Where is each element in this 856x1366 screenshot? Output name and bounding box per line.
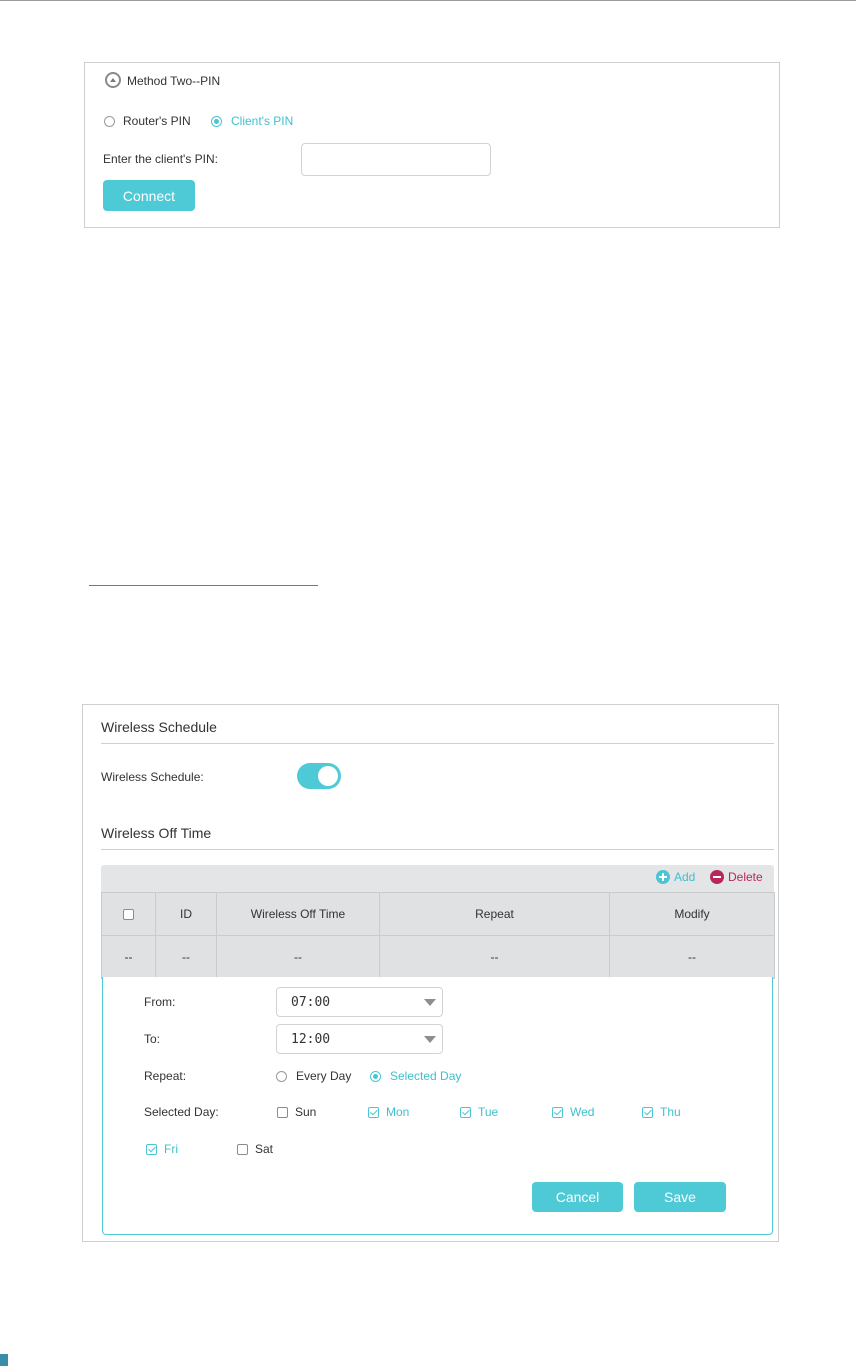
day-label: Sat xyxy=(255,1142,274,1156)
select-all-checkbox[interactable] xyxy=(123,909,134,921)
day-thu[interactable]: Thu xyxy=(642,1105,681,1119)
pin-field-label: Enter the client's PIN: xyxy=(103,152,219,166)
pin-panel-title: Method Two--PIN xyxy=(127,74,221,88)
table-row: -- -- -- -- -- xyxy=(101,935,775,979)
cancel-button[interactable]: Cancel xyxy=(532,1182,623,1212)
selected-day-option-label: Selected Day xyxy=(390,1069,462,1083)
every-day-radio[interactable] xyxy=(276,1071,287,1082)
every-day-label: Every Day xyxy=(296,1069,352,1083)
table-header-row: ID Wireless Off Time Repeat Modify xyxy=(101,892,775,936)
column-header: ID xyxy=(155,892,217,936)
table-cell: -- xyxy=(101,935,156,979)
day-checkbox[interactable] xyxy=(552,1106,563,1118)
day-fri[interactable]: Fri xyxy=(146,1142,178,1156)
table-cell: -- xyxy=(609,935,775,979)
day-label: Fri xyxy=(164,1142,178,1156)
add-button[interactable]: Add xyxy=(656,870,695,884)
day-label: Mon xyxy=(386,1105,410,1119)
divider xyxy=(101,849,774,850)
top-rule xyxy=(0,0,856,1)
wireless-off-time-title: Wireless Off Time xyxy=(101,825,212,841)
wireless-schedule-panel: Wireless Schedule Wireless Schedule: Wir… xyxy=(82,704,779,1242)
table-cell: -- xyxy=(216,935,380,979)
selected-day-radio[interactable] xyxy=(370,1071,381,1082)
day-label: Thu xyxy=(660,1105,681,1119)
day-mon[interactable]: Mon xyxy=(368,1105,409,1119)
add-label: Add xyxy=(674,870,696,884)
day-sun[interactable]: Sun xyxy=(277,1105,316,1119)
routers-pin-radio[interactable] xyxy=(104,116,115,127)
column-header: Modify xyxy=(609,892,775,936)
day-label: Sun xyxy=(295,1105,317,1119)
repeat-label: Repeat: xyxy=(144,1069,187,1083)
toggle-knob xyxy=(318,766,338,786)
select-all-cell xyxy=(101,892,156,936)
clients-pin-radio[interactable] xyxy=(211,116,222,127)
table-cell: -- xyxy=(379,935,610,979)
day-label: Tue xyxy=(478,1105,499,1119)
day-checkbox[interactable] xyxy=(368,1106,379,1118)
delete-label: Delete xyxy=(728,870,763,884)
wireless-schedule-toggle[interactable] xyxy=(297,763,341,789)
day-label: Wed xyxy=(570,1105,595,1119)
connect-button[interactable]: Connect xyxy=(103,180,195,211)
divider xyxy=(101,743,774,744)
routers-pin-label: Router's PIN xyxy=(123,114,191,128)
column-header: Wireless Off Time xyxy=(216,892,380,936)
from-label: From: xyxy=(144,995,176,1009)
day-wed[interactable]: Wed xyxy=(552,1105,594,1119)
day-checkbox[interactable] xyxy=(642,1106,653,1118)
day-checkbox[interactable] xyxy=(237,1143,248,1155)
dropdown-arrow-icon xyxy=(424,1036,436,1043)
to-time-select[interactable]: 12:00 xyxy=(276,1024,443,1054)
page-marker xyxy=(0,1354,8,1366)
table-toolbar: Add Delete xyxy=(101,865,774,892)
day-checkbox[interactable] xyxy=(277,1106,288,1118)
wireless-schedule-toggle-label: Wireless Schedule: xyxy=(101,770,204,784)
to-label: To: xyxy=(144,1032,161,1046)
dropdown-arrow-icon xyxy=(424,999,436,1006)
column-header: Repeat xyxy=(379,892,610,936)
wireless-schedule-title: Wireless Schedule xyxy=(101,719,217,735)
save-button[interactable]: Save xyxy=(634,1182,726,1212)
schedule-edit-form: From: 07:00 To: 12:00 Repeat: Every Day … xyxy=(102,977,773,1235)
wps-pin-panel: Method Two--PIN Router's PIN Client's PI… xyxy=(84,62,780,228)
day-tue[interactable]: Tue xyxy=(460,1105,498,1119)
minus-circle-icon xyxy=(710,870,724,884)
clients-pin-label: Client's PIN xyxy=(231,114,294,128)
day-sat[interactable]: Sat xyxy=(237,1142,273,1156)
off-time-table: ID Wireless Off Time Repeat Modify -- --… xyxy=(101,892,775,979)
from-time-value: 07:00 xyxy=(291,994,331,1010)
collapse-up-icon[interactable] xyxy=(105,72,121,88)
plus-circle-icon xyxy=(656,870,670,884)
table-cell: -- xyxy=(155,935,217,979)
day-checkbox[interactable] xyxy=(146,1143,157,1155)
selected-day-label: Selected Day: xyxy=(144,1105,219,1119)
day-checkbox[interactable] xyxy=(460,1106,471,1118)
from-time-select[interactable]: 07:00 xyxy=(276,987,443,1017)
client-pin-input[interactable] xyxy=(301,143,491,176)
to-time-value: 12:00 xyxy=(291,1031,331,1047)
link-underline xyxy=(89,585,318,586)
delete-button[interactable]: Delete xyxy=(710,870,763,884)
